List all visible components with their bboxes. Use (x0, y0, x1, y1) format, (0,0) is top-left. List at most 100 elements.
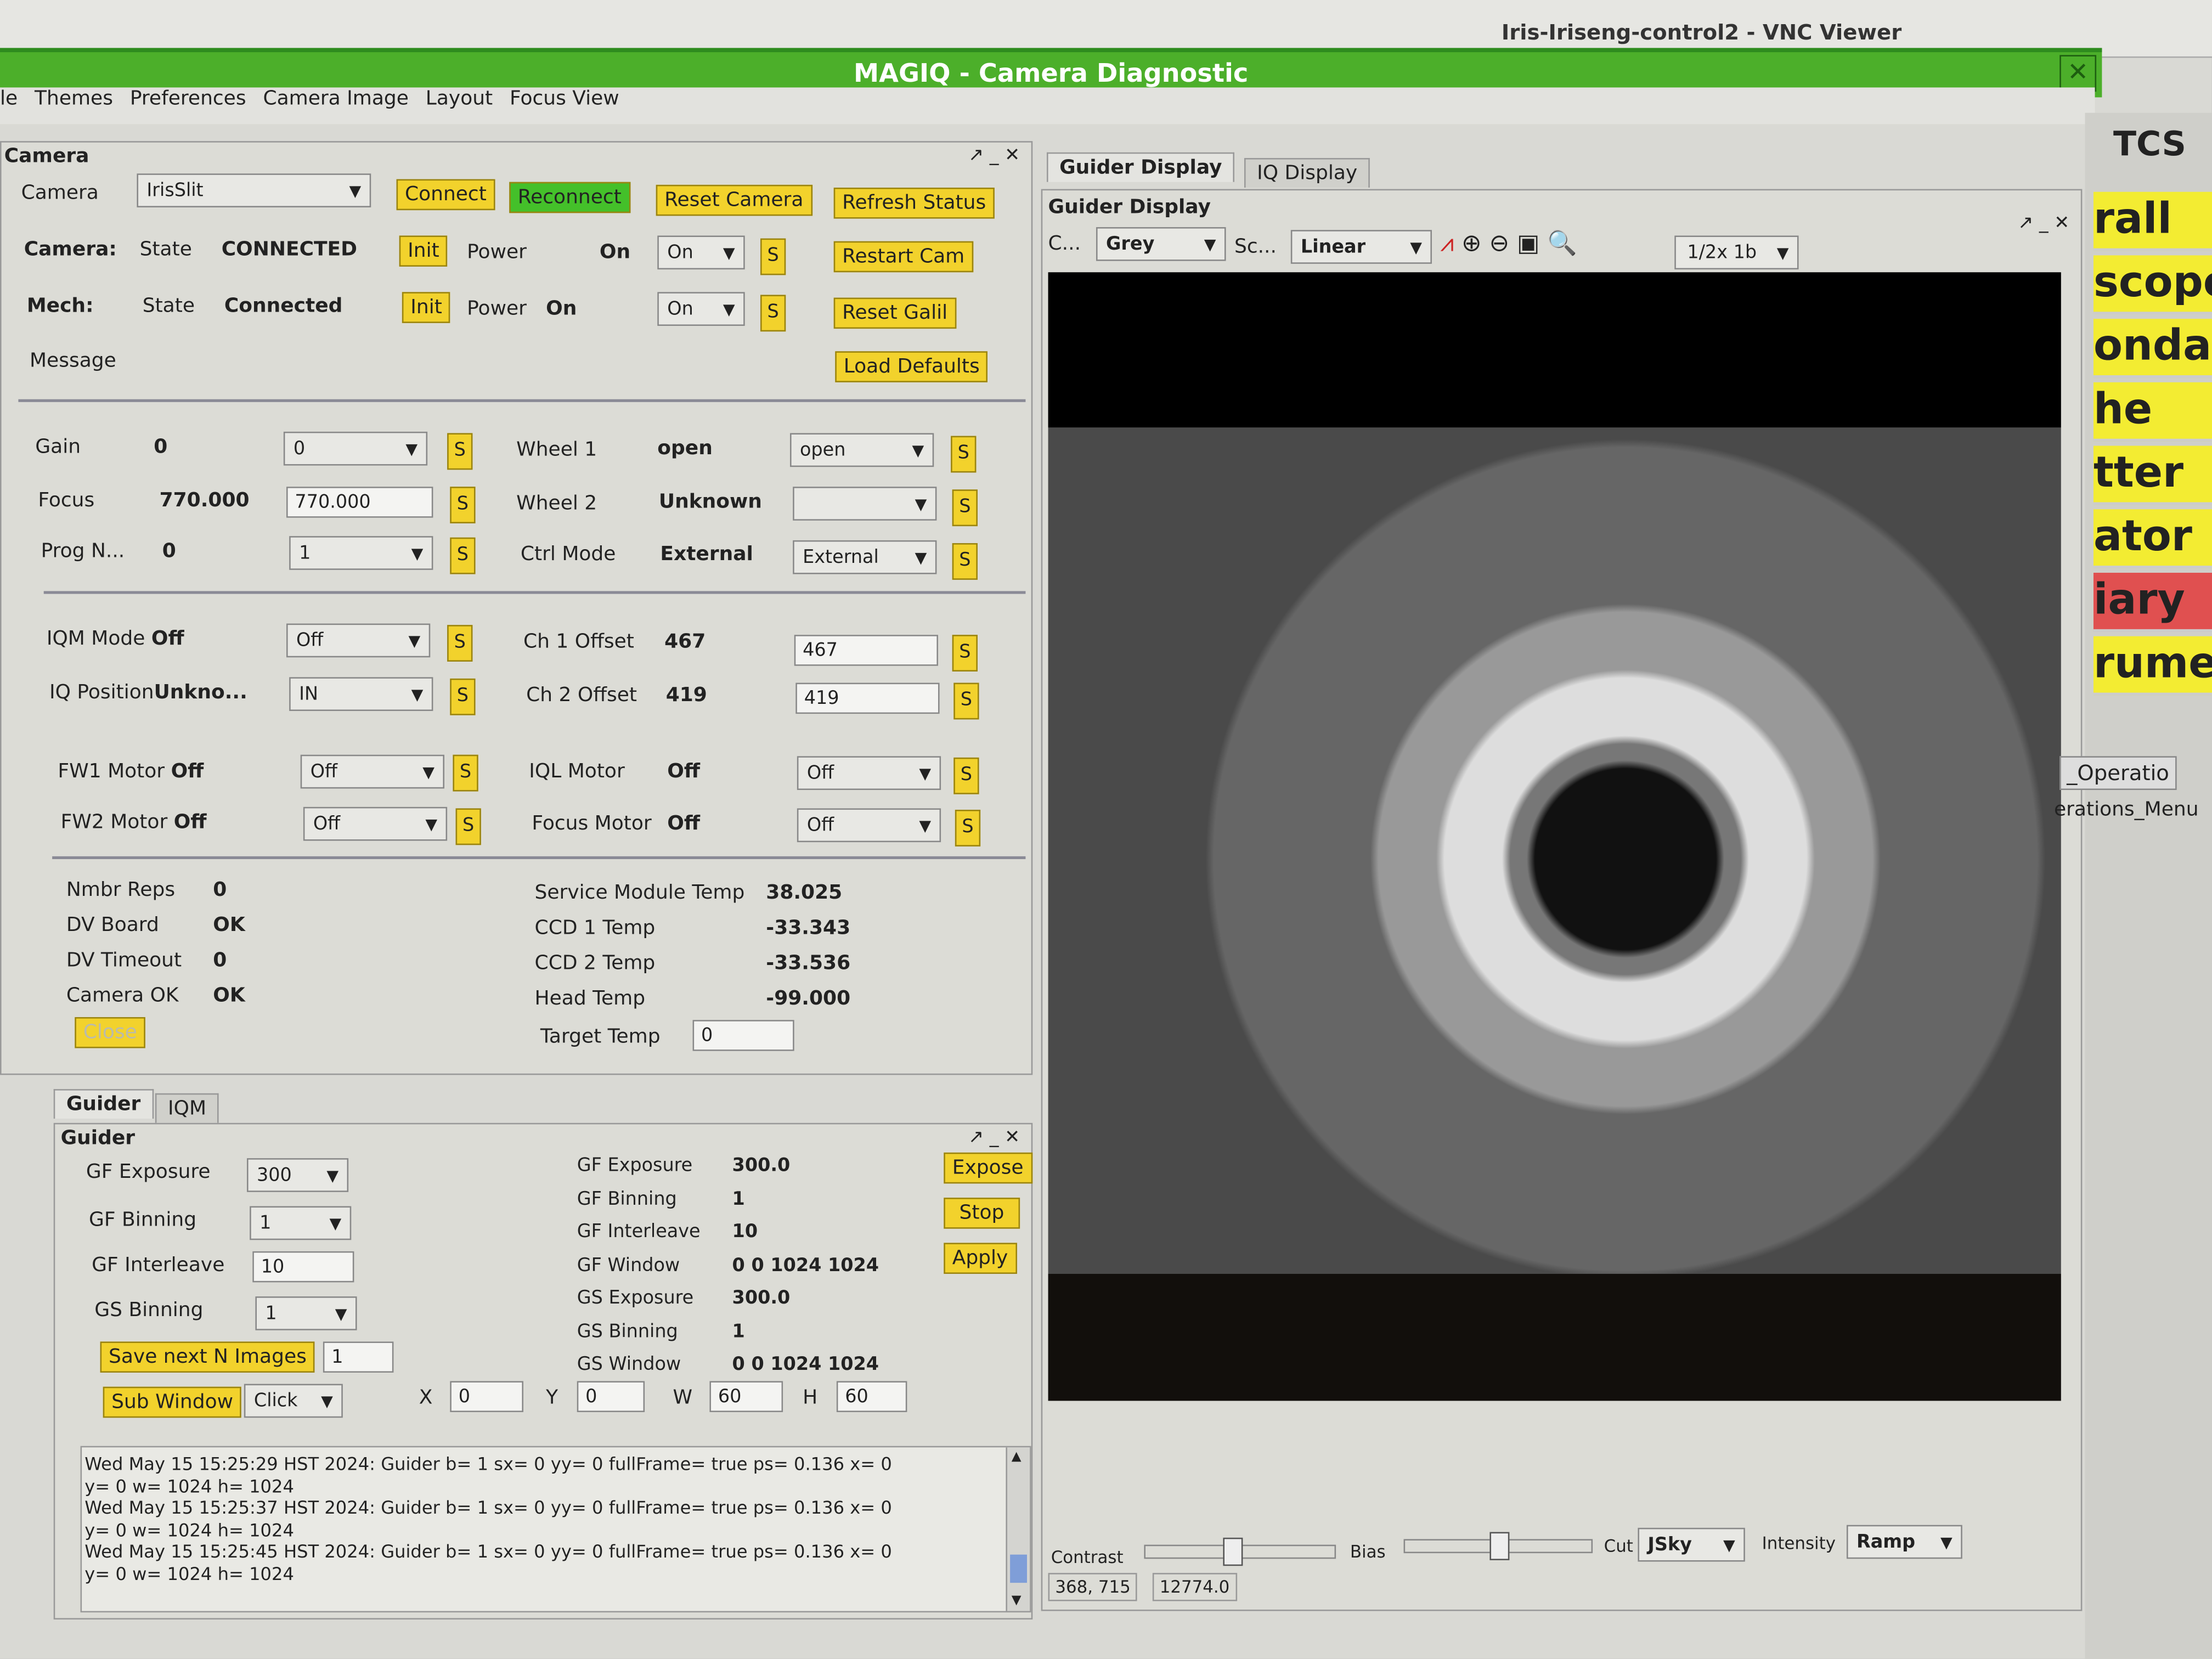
tcs-item[interactable]: iary (2093, 572, 2212, 632)
zoom-level[interactable]: 1/2x 1b (1674, 235, 1799, 271)
iqm-mode-set-button[interactable]: S (447, 625, 473, 662)
ch1-offset-set-button[interactable]: S (952, 635, 978, 672)
focus-input[interactable]: 770.000 (286, 487, 433, 518)
click-mode-select[interactable]: Click (244, 1384, 343, 1419)
focus-set-button[interactable]: S (450, 487, 476, 523)
camera-init-button[interactable]: Init (399, 235, 448, 267)
restart-cam-button[interactable]: Restart Cam (833, 241, 973, 273)
guider-log[interactable]: Wed May 15 15:25:29 HST 2024: Guider b= … (80, 1446, 1031, 1613)
menu-file[interactable]: le (0, 87, 18, 110)
tcs-operations-tab[interactable]: _Operatio (2059, 756, 2176, 790)
magnifier-icon[interactable]: 🔍 (1547, 230, 1577, 258)
log-scrollbar[interactable]: ▲ ▼ (1006, 1447, 1030, 1611)
load-defaults-button[interactable]: Load Defaults (835, 351, 989, 382)
connect-button[interactable]: Connect (396, 179, 495, 211)
expose-button[interactable]: Expose (944, 1152, 1032, 1184)
prog-set-button[interactable]: S (450, 537, 476, 574)
histogram-icon[interactable]: ⩘ (1440, 230, 1454, 258)
menu-themes[interactable]: Themes (35, 87, 113, 110)
camera-select[interactable]: IrisSlit (137, 173, 371, 209)
menu-focus-view[interactable]: Focus View (510, 87, 619, 110)
prog-select[interactable]: 1 (289, 536, 433, 571)
wheel1-select[interactable]: open (789, 433, 934, 469)
y-input[interactable]: 0 (577, 1381, 645, 1412)
contrast-slider-thumb[interactable] (1223, 1537, 1243, 1566)
tab-iqm[interactable]: IQM (155, 1093, 219, 1123)
tcs-item[interactable]: rall (2093, 191, 2212, 251)
scroll-thumb[interactable] (1010, 1554, 1027, 1583)
tab-iq-display[interactable]: IQ Display (1244, 157, 1370, 188)
tcs-item[interactable]: scope (2093, 255, 2212, 315)
zoom-out-icon[interactable]: ⊖ (1489, 230, 1510, 258)
menu-preferences[interactable]: Preferences (130, 87, 246, 110)
refresh-status-button[interactable]: Refresh Status (833, 187, 995, 219)
iql-motor-set-button[interactable]: S (953, 757, 979, 794)
tcs-operations-menu[interactable]: erations_Menu (2054, 798, 2199, 821)
guider-field-input[interactable]: 1 (255, 1296, 357, 1331)
guider-field-input[interactable]: 1 (250, 1206, 352, 1242)
tcs-item[interactable]: rument (2093, 636, 2212, 696)
scroll-down-icon[interactable]: ▼ (1012, 1594, 1022, 1609)
colormap-select[interactable]: Grey (1096, 227, 1226, 262)
w-input[interactable]: 60 (709, 1381, 783, 1412)
stop-button[interactable]: Stop (944, 1198, 1020, 1229)
close-button[interactable]: Close (75, 1017, 146, 1048)
tcs-item[interactable]: he (2093, 382, 2212, 442)
mech-init-button[interactable]: Init (402, 292, 451, 323)
wheel2-select[interactable] (793, 487, 937, 522)
focus-motor-set-button[interactable]: S (955, 809, 981, 847)
fw2-motor-set-button[interactable]: S (455, 808, 481, 845)
menu-camera-image[interactable]: Camera Image (263, 87, 408, 110)
iq-position-set-button[interactable]: S (450, 678, 476, 715)
contrast-slider[interactable] (1144, 1537, 1336, 1566)
sub-window-button[interactable]: Sub Window (103, 1386, 242, 1418)
ctrl-mode-set-button[interactable]: S (952, 543, 978, 580)
fw1-motor-set-button[interactable]: S (453, 754, 478, 792)
tab-guider[interactable]: Guider (53, 1089, 154, 1119)
fw1-motor-select[interactable]: Off (300, 754, 444, 790)
wheel1-set-button[interactable]: S (951, 436, 977, 473)
fw2-motor-select[interactable]: Off (303, 806, 448, 842)
mech-power-select[interactable]: On (657, 292, 745, 328)
ch2-offset-set-button[interactable]: S (953, 682, 979, 720)
ch1-offset-input[interactable]: 467 (794, 635, 938, 666)
zoom-in-icon[interactable]: ⊕ (1462, 230, 1482, 258)
iql-motor-select[interactable]: Off (797, 756, 941, 792)
gain-set-button[interactable]: S (447, 433, 473, 470)
fit-icon[interactable]: ▣ (1517, 230, 1539, 258)
h-input[interactable]: 60 (836, 1381, 907, 1412)
panel-controls[interactable]: ↗ _ ✕ (968, 145, 1020, 167)
scale-select[interactable]: Linear (1290, 230, 1432, 265)
bias-slider-thumb[interactable] (1489, 1532, 1510, 1560)
ctrl-mode-select[interactable]: External (793, 540, 937, 575)
guider-field-input[interactable]: 300 (246, 1158, 349, 1193)
apply-button[interactable]: Apply (944, 1243, 1017, 1274)
guider-image[interactable] (1048, 272, 2061, 1401)
iq-position-select[interactable]: IN (289, 677, 433, 713)
tcs-item[interactable]: ondar (2093, 319, 2212, 379)
reset-galil-button[interactable]: Reset Galil (833, 297, 956, 329)
target-temp-input[interactable]: 0 (692, 1020, 794, 1051)
camera-power-select[interactable]: On (657, 235, 745, 271)
camera-power-set-button[interactable]: S (760, 238, 786, 275)
x-input[interactable]: 0 (450, 1381, 523, 1412)
reset-camera-button[interactable]: Reset Camera (656, 184, 812, 216)
scroll-up-icon[interactable]: ▲ (1012, 1450, 1022, 1464)
gain-select[interactable]: 0 (283, 431, 428, 467)
save-next-n-images-button[interactable]: Save next N Images (100, 1341, 315, 1373)
tcs-item[interactable]: ator (2093, 509, 2212, 569)
cut-select[interactable]: JSky (1638, 1527, 1745, 1563)
menu-layout[interactable]: Layout (426, 87, 493, 110)
guider-field-input[interactable]: 10 (252, 1251, 354, 1283)
wheel2-set-button[interactable]: S (952, 489, 978, 527)
iqm-mode-select[interactable]: Off (286, 623, 431, 659)
panel-controls[interactable]: ↗ _ ✕ (968, 1127, 1020, 1149)
close-window-button[interactable]: ✕ (2059, 55, 2097, 92)
focus-motor-select[interactable]: Off (797, 808, 941, 844)
ch2-offset-input[interactable]: 419 (795, 682, 940, 714)
save-n-input[interactable]: 1 (323, 1341, 394, 1373)
tab-guider-display[interactable]: Guider Display (1046, 152, 1235, 182)
mech-power-set-button[interactable]: S (760, 295, 786, 332)
panel-controls[interactable]: ↗ _ ✕ (2018, 213, 2069, 234)
tcs-item[interactable]: tter (2093, 445, 2212, 505)
